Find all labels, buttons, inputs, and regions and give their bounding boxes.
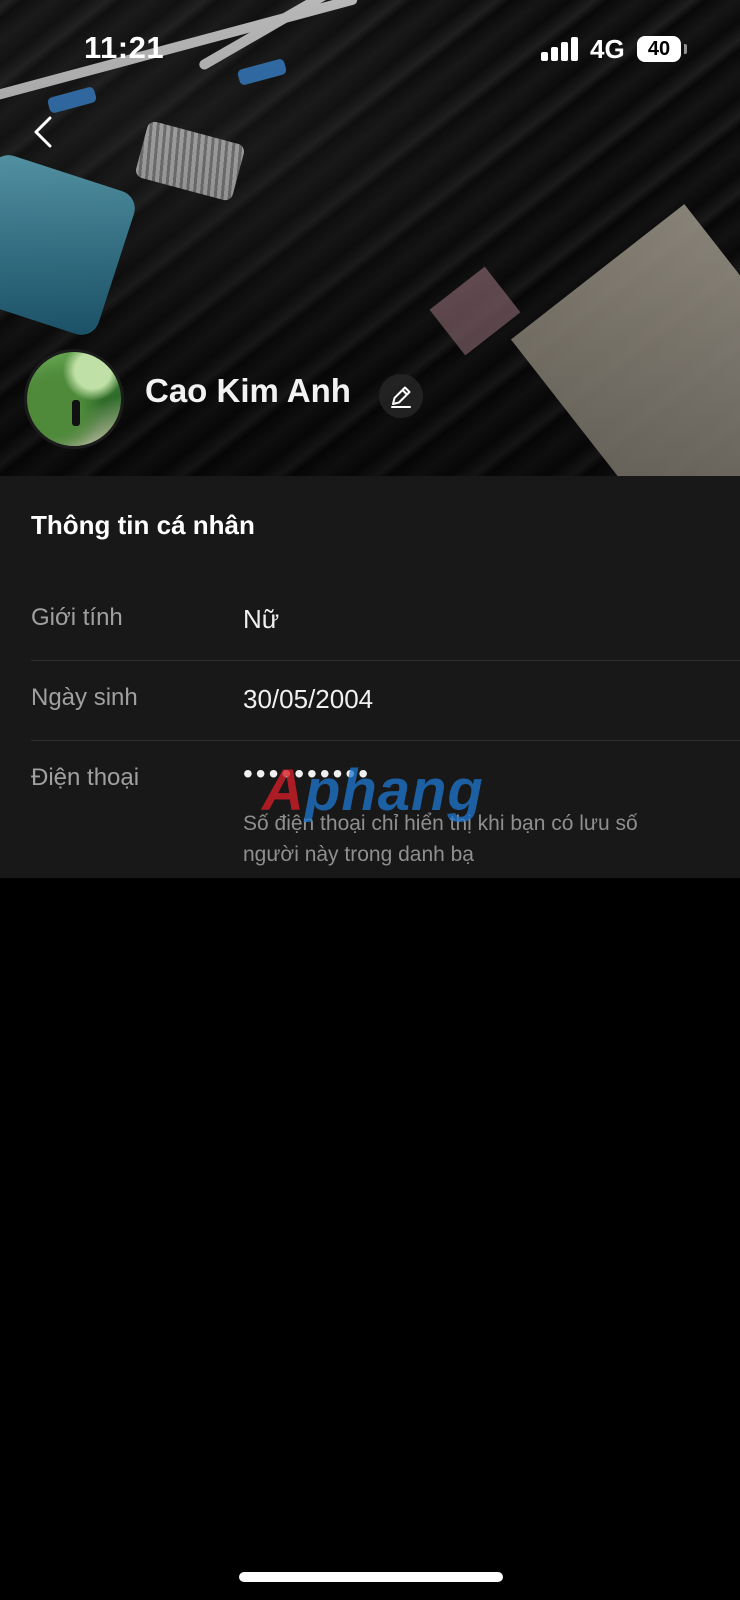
back-button[interactable] — [26, 108, 66, 156]
status-time: 11:21 — [84, 30, 165, 65]
profile-name: Cao Kim Anh — [145, 372, 351, 409]
pencil-icon — [391, 386, 411, 408]
status-bar: 11:21 4G 40 — [0, 0, 740, 100]
avatar-detail — [72, 400, 80, 426]
info-value: 30/05/2004 — [243, 684, 374, 714]
watermark-logo: Aphang — [262, 758, 484, 823]
chevron-left-icon — [34, 116, 52, 148]
cellular-signal-icon — [541, 37, 579, 61]
section-title: Thông tin cá nhân — [31, 510, 255, 540]
info-row-birthday: Ngày sinh 30/05/2004 — [31, 660, 740, 741]
info-label: Giới tính — [31, 604, 123, 631]
home-indicator[interactable] — [239, 1572, 503, 1582]
info-row-gender: Giới tính Nữ — [31, 580, 740, 661]
avatar[interactable] — [24, 349, 124, 449]
info-value: Nữ — [243, 604, 280, 634]
info-label: Ngày sinh — [31, 684, 138, 711]
edit-name-button[interactable] — [379, 374, 423, 418]
info-label: Điện thoại — [31, 764, 140, 791]
network-type: 4G — [590, 34, 625, 64]
battery-level: 40 — [647, 37, 671, 60]
battery-icon: 40 — [637, 36, 687, 62]
